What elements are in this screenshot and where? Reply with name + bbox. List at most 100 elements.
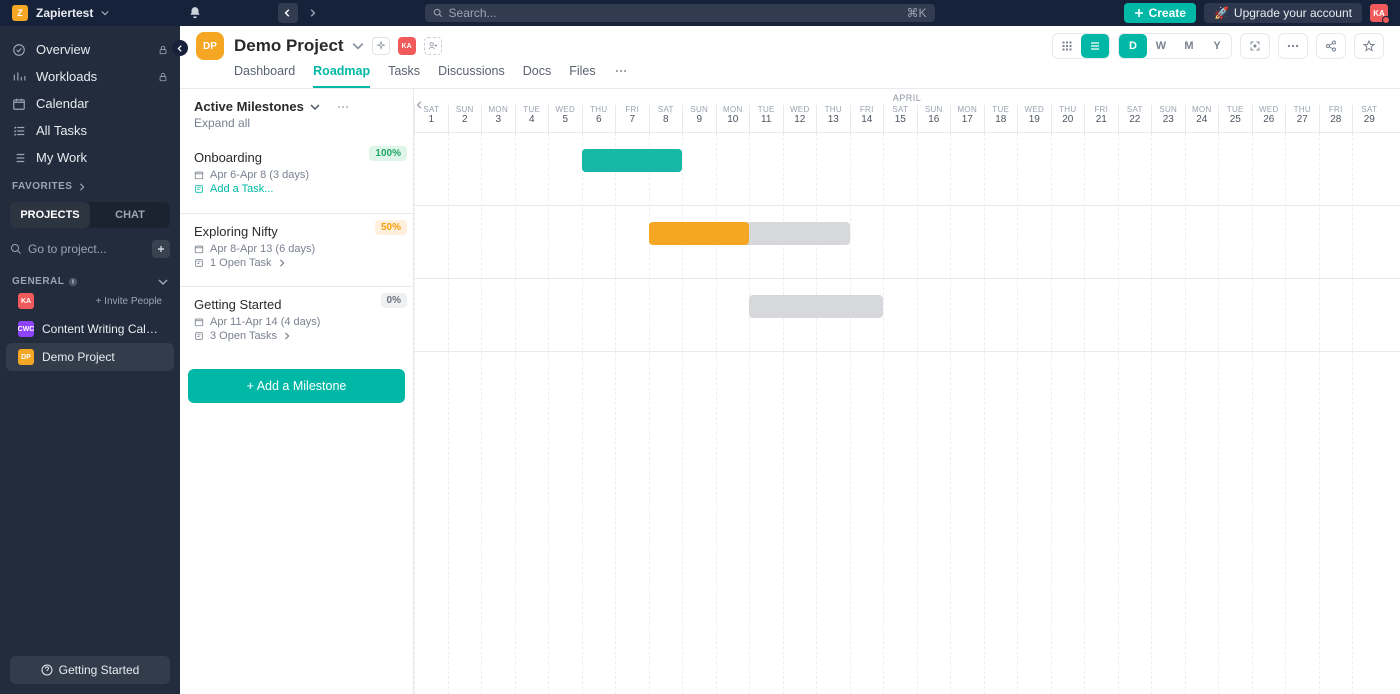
sidebar-project-cwc[interactable]: CWC Content Writing Calen... [6,315,174,343]
day-of-week: FRI [851,105,884,114]
milestone-date: Apr 8-Apr 13 (6 days) [194,243,399,255]
add-member-button[interactable] [424,37,442,55]
sidebar-item-all-tasks[interactable]: All Tasks [0,117,180,144]
timeline-day[interactable]: FRI 28 [1319,105,1353,132]
tab-roadmap[interactable]: Roadmap [313,60,370,88]
milestone-task-line[interactable]: Add a Task... [194,183,399,195]
timeline-day[interactable]: SAT 15 [883,105,917,132]
timeline-day[interactable]: MON 10 [716,105,750,132]
upgrade-button[interactable]: 🚀 Upgrade your account [1204,3,1362,23]
timeline-day[interactable]: FRI 7 [615,105,649,132]
sidebar-collapse-button[interactable] [172,40,188,56]
milestone-bar[interactable] [749,295,883,318]
getting-started-button[interactable]: Getting Started [10,656,170,684]
getting-started-label: Getting Started [59,663,140,677]
timeline-day[interactable]: SAT 8 [649,105,683,132]
ai-button[interactable] [372,37,390,55]
timeline-day[interactable]: MON 17 [950,105,984,132]
project-avatar[interactable]: DP [196,32,224,60]
timeline-day[interactable]: SAT 22 [1118,105,1152,132]
milestone-task-line[interactable]: 1 Open Task [194,257,399,269]
nav-back-button[interactable] [278,3,298,23]
nav-forward-button[interactable] [302,3,322,23]
zoom-M[interactable]: M [1175,34,1203,58]
expand-all-button[interactable]: Expand all [194,116,399,130]
timeline-day[interactable]: THU 27 [1285,105,1319,132]
focus-button[interactable] [1241,34,1269,58]
timeline-day[interactable]: WED 12 [783,105,817,132]
sidebar-item-my-work[interactable]: My Work [0,144,180,171]
add-project-button[interactable] [152,240,170,258]
workspace-name[interactable]: Zapiertest [36,6,93,20]
tab-more[interactable] [614,60,628,88]
zoom-D[interactable]: D [1119,34,1147,58]
tab-files[interactable]: Files [569,60,595,88]
timeline-day[interactable]: TUE 25 [1218,105,1252,132]
milestone-row[interactable]: 50% Exploring Nifty Apr 8-Apr 13 (6 days… [180,213,413,286]
star-button[interactable] [1355,34,1383,58]
invite-people-button[interactable]: + Invite People [96,296,162,307]
tab-chat[interactable]: CHAT [90,202,170,228]
zoom-W[interactable]: W [1147,34,1175,58]
workspace-logo[interactable]: Z [12,5,28,21]
timeline-day[interactable]: THU 20 [1051,105,1085,132]
bell-icon[interactable] [188,6,202,20]
view-list-button[interactable] [1081,34,1109,58]
tab-tasks[interactable]: Tasks [388,60,420,88]
more-button[interactable] [1279,34,1307,58]
member-avatar[interactable]: KA [18,293,34,309]
zoom-Y[interactable]: Y [1203,34,1231,58]
timeline-day[interactable]: MON 24 [1185,105,1219,132]
sidebar-item-calendar[interactable]: Calendar [0,90,180,117]
chevron-down-icon[interactable] [310,102,320,112]
timeline-day[interactable]: FRI 14 [850,105,884,132]
tab-dashboard[interactable]: Dashboard [234,60,295,88]
global-search[interactable]: Search... ⌘K [425,4,935,22]
timeline-day[interactable]: TUE 4 [515,105,549,132]
milestones-menu-button[interactable] [336,100,350,114]
tab-docs[interactable]: Docs [523,60,551,88]
sidebar-item-workloads[interactable]: Workloads [0,63,180,90]
user-avatar[interactable]: KA [1370,4,1388,22]
project-title[interactable]: Demo Project [234,36,344,56]
timeline-day[interactable]: SAT 29 [1352,105,1386,132]
timeline-day[interactable]: SUN 16 [917,105,951,132]
milestone-task-line[interactable]: 3 Open Tasks [194,330,399,342]
milestone-row[interactable]: 0% Getting Started Apr 11-Apr 14 (4 days… [180,286,413,359]
add-milestone-button[interactable]: + Add a Milestone [188,369,405,403]
sidebar-project-demo[interactable]: DP Demo Project [6,343,174,371]
timeline-day[interactable]: THU 13 [816,105,850,132]
share-button[interactable] [1317,34,1345,58]
timeline-day[interactable]: TUE 11 [749,105,783,132]
sidebar-item-overview[interactable]: Overview [0,36,180,63]
day-number: 25 [1219,114,1252,125]
timeline-day[interactable]: FRI 21 [1084,105,1118,132]
milestone-bar[interactable] [582,149,683,172]
timeline-day[interactable]: TUE 18 [984,105,1018,132]
tab-discussions[interactable]: Discussions [438,60,505,88]
timeline-scroll-left[interactable] [414,95,430,115]
project-search[interactable]: Go to project... [10,240,170,258]
timeline-day[interactable]: SUN 23 [1151,105,1185,132]
day-number: 2 [449,114,482,125]
circle-check-icon [12,43,26,57]
timeline-day[interactable]: WED 26 [1252,105,1286,132]
sidebar-general-header[interactable]: GENERAL i [0,266,180,293]
view-grid-button[interactable] [1053,34,1081,58]
milestone-bar[interactable] [649,222,850,245]
milestone-row[interactable]: 100% Onboarding Apr 6-Apr 8 (3 days) Add… [180,140,413,213]
chevron-down-icon[interactable] [101,9,109,17]
timeline-day[interactable]: MON 3 [481,105,515,132]
timeline-day[interactable]: WED 5 [548,105,582,132]
sidebar-favorites-header[interactable]: FAVORITES [0,171,180,198]
timeline-day[interactable]: SUN 9 [682,105,716,132]
project-member-avatar[interactable]: KA [398,37,416,55]
create-button[interactable]: Create [1124,3,1196,23]
chevron-down-icon[interactable] [352,40,364,52]
day-of-week: TUE [1219,105,1252,114]
timeline-day[interactable]: SUN 2 [448,105,482,132]
timeline-day[interactable]: THU 6 [582,105,616,132]
milestones-filter[interactable]: Active Milestones [194,99,304,114]
tab-projects[interactable]: PROJECTS [10,202,90,228]
timeline-day[interactable]: WED 19 [1017,105,1051,132]
